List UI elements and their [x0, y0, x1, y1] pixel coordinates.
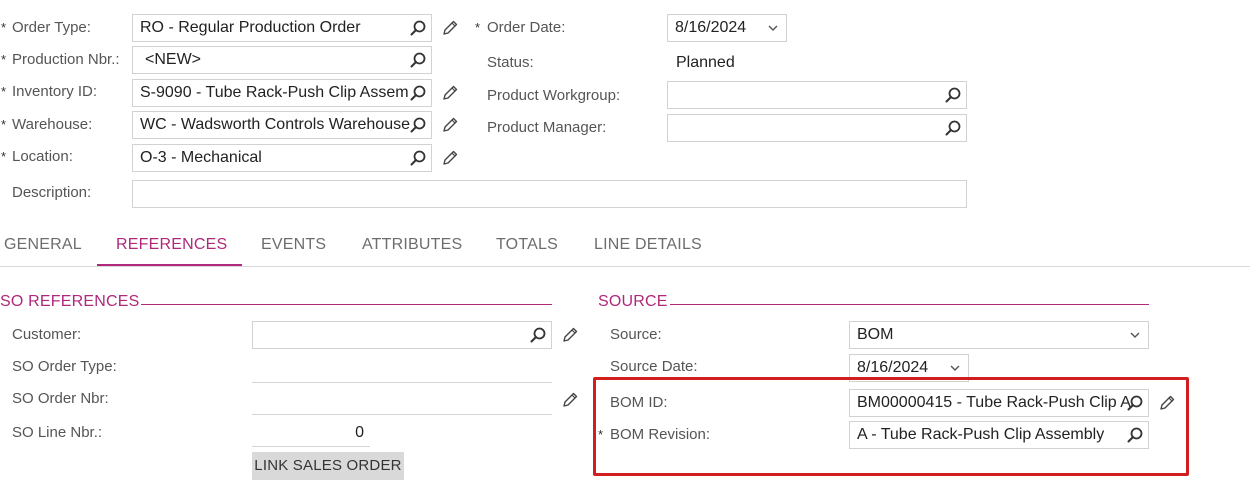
- required-marker: *: [598, 427, 604, 442]
- pencil-icon[interactable]: [561, 391, 579, 409]
- bom-revision-label: BOM Revision:: [610, 426, 711, 443]
- customer-field[interactable]: [252, 321, 552, 349]
- so-order-type-label: SO Order Type:: [12, 358, 117, 375]
- link-sales-order-button[interactable]: LINK SALES ORDER: [252, 452, 404, 480]
- tab-events[interactable]: EVENTS: [261, 236, 326, 254]
- pencil-icon[interactable]: [441, 19, 459, 37]
- production-nbr-value: <NEW>: [145, 51, 202, 68]
- warehouse-value: WC - Wadsworth Controls Warehouse: [140, 116, 410, 133]
- search-icon[interactable]: [409, 51, 427, 69]
- search-icon[interactable]: [529, 326, 547, 344]
- chevron-down-icon[interactable]: [764, 19, 782, 37]
- source-label: Source:: [610, 326, 662, 343]
- search-icon[interactable]: [944, 119, 962, 137]
- customer-label: Customer:: [12, 326, 82, 343]
- location-value: O-3 - Mechanical: [140, 149, 262, 166]
- so-line-nbr-underline: [252, 446, 370, 447]
- so-line-nbr-value[interactable]: 0: [252, 423, 364, 443]
- required-marker: *: [1, 52, 7, 67]
- so-line-nbr-label: SO Line Nbr.:: [12, 424, 103, 441]
- description-field[interactable]: [132, 180, 967, 208]
- tab-line-details[interactable]: LINE DETAILS: [594, 236, 702, 254]
- pencil-icon[interactable]: [441, 116, 459, 134]
- chevron-down-icon[interactable]: [1126, 326, 1144, 344]
- required-marker: *: [1, 149, 7, 164]
- product-workgroup-field[interactable]: [667, 81, 967, 109]
- warehouse-field[interactable]: WC - Wadsworth Controls Warehouse: [132, 111, 432, 139]
- pencil-icon[interactable]: [1158, 394, 1176, 412]
- so-order-nbr-label: SO Order Nbr:: [12, 390, 109, 407]
- required-marker: *: [1, 20, 7, 35]
- inventory-id-label: Inventory ID:: [12, 83, 98, 100]
- bom-id-label: BOM ID:: [610, 394, 668, 411]
- required-marker: *: [1, 84, 7, 99]
- search-icon[interactable]: [409, 84, 427, 102]
- tab-references[interactable]: REFERENCES: [116, 236, 227, 254]
- pencil-icon[interactable]: [561, 326, 579, 344]
- tab-bar-divider: [0, 266, 1250, 267]
- order-date-label: Order Date:: [487, 19, 566, 36]
- status-value: Planned: [676, 54, 735, 71]
- source-title: SOURCE: [598, 293, 668, 310]
- order-type-value: RO - Regular Production Order: [140, 19, 361, 36]
- product-workgroup-label: Product Workgroup:: [487, 87, 621, 104]
- chevron-down-icon[interactable]: [946, 359, 964, 377]
- location-label: Location:: [12, 148, 73, 165]
- order-type-label: Order Type:: [12, 19, 91, 36]
- tab-totals[interactable]: TOTALS: [496, 236, 558, 254]
- so-references-title: SO REFERENCES: [0, 293, 140, 310]
- pencil-icon[interactable]: [441, 84, 459, 102]
- order-type-field[interactable]: RO - Regular Production Order: [132, 14, 432, 42]
- source-select[interactable]: BOM: [849, 321, 1149, 349]
- source-value: BOM: [857, 326, 894, 343]
- required-marker: *: [1, 117, 7, 132]
- search-icon[interactable]: [1126, 394, 1144, 412]
- search-icon[interactable]: [1126, 426, 1144, 444]
- order-date-field[interactable]: 8/16/2024: [667, 14, 787, 42]
- warehouse-label: Warehouse:: [12, 116, 93, 133]
- search-icon[interactable]: [409, 116, 427, 134]
- search-icon[interactable]: [944, 86, 962, 104]
- bom-revision-value: A - Tube Rack-Push Clip Assembly: [857, 426, 1105, 443]
- search-icon[interactable]: [409, 19, 427, 37]
- product-manager-field[interactable]: [667, 114, 967, 142]
- status-label: Status:: [487, 54, 534, 71]
- tab-general[interactable]: GENERAL: [4, 236, 82, 254]
- description-label: Description:: [12, 184, 92, 201]
- so-references-divider: [141, 304, 552, 305]
- search-icon[interactable]: [409, 149, 427, 167]
- bom-id-field[interactable]: BM00000415 - Tube Rack-Push Clip A: [849, 389, 1149, 417]
- product-manager-label: Product Manager:: [487, 119, 607, 136]
- tab-attributes[interactable]: ATTRIBUTES: [362, 236, 462, 254]
- pencil-icon[interactable]: [441, 149, 459, 167]
- so-order-type-underline: [252, 382, 552, 383]
- source-divider: [670, 304, 1149, 305]
- source-date-label: Source Date:: [610, 358, 698, 375]
- required-marker: *: [475, 20, 481, 35]
- production-nbr-field[interactable]: <NEW>: [132, 46, 432, 74]
- location-field[interactable]: O-3 - Mechanical: [132, 144, 432, 172]
- inventory-id-field[interactable]: S-9090 - Tube Rack-Push Clip Assem: [132, 79, 432, 107]
- so-order-nbr-underline: [252, 414, 552, 415]
- production-nbr-label: Production Nbr.:: [12, 51, 120, 68]
- bom-revision-field[interactable]: A - Tube Rack-Push Clip Assembly: [849, 421, 1149, 449]
- inventory-id-value: S-9090 - Tube Rack-Push Clip Assem: [140, 84, 409, 101]
- bom-id-value: BM00000415 - Tube Rack-Push Clip A: [857, 394, 1131, 411]
